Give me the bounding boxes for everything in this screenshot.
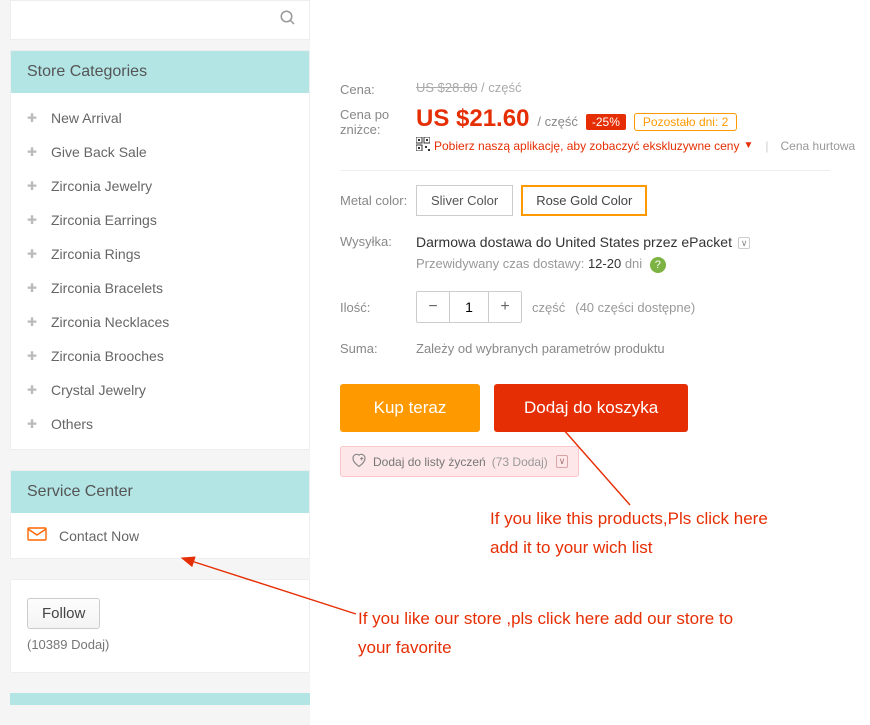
categories-header: Store Categories bbox=[11, 51, 309, 93]
shipping-label: Wysyłka: bbox=[340, 234, 416, 249]
follow-count: (10389 Dodaj) bbox=[27, 637, 293, 652]
qty-decrement[interactable]: − bbox=[417, 292, 449, 322]
buy-now-button[interactable]: Kup teraz bbox=[340, 384, 480, 432]
plus-icon: ✚ bbox=[27, 111, 37, 125]
store-categories-panel: Store Categories ✚ New Arrival ✚ Give Back… bbox=[10, 50, 310, 450]
category-item[interactable]: ✚ New Arrival bbox=[11, 101, 309, 135]
qty-unit: część bbox=[532, 300, 565, 315]
follow-button[interactable]: Follow bbox=[27, 598, 100, 629]
days-left-badge: Pozostało dni: 2 bbox=[634, 113, 737, 131]
category-item[interactable]: ✚ Zirconia Brooches bbox=[11, 339, 309, 373]
category-label: Zirconia Earrings bbox=[51, 212, 157, 228]
qty-input[interactable] bbox=[449, 292, 489, 322]
app-promo-link[interactable]: Pobierz naszą aplikację, aby zobaczyć ek… bbox=[434, 139, 739, 153]
contact-now[interactable]: Contact Now bbox=[11, 513, 309, 558]
divider: | bbox=[757, 139, 776, 153]
chevron-down-icon: ▼ bbox=[743, 140, 753, 151]
category-label: Give Back Sale bbox=[51, 144, 147, 160]
qr-icon bbox=[416, 137, 430, 154]
sidebar: Store Categories ✚ New Arrival ✚ Give Back… bbox=[10, 0, 310, 725]
chevron-down-icon[interactable]: ∨ bbox=[738, 237, 751, 249]
plus-icon: ✚ bbox=[27, 213, 37, 227]
category-label: Crystal Jewelry bbox=[51, 382, 146, 398]
qty-available: (40 części dostępne) bbox=[575, 300, 695, 315]
price-unit: / część bbox=[537, 114, 577, 129]
plus-icon: ✚ bbox=[27, 417, 37, 431]
discounted-price-label: Cena pozniżce: bbox=[340, 105, 416, 154]
category-item[interactable]: ✚ Zirconia Jewelry bbox=[11, 169, 309, 203]
quantity-label: Ilość: bbox=[340, 300, 416, 315]
discount-badge: -25% bbox=[586, 114, 626, 130]
price-label: Cena: bbox=[340, 80, 416, 97]
metal-color-label: Metal color: bbox=[340, 193, 416, 208]
mail-icon bbox=[27, 527, 47, 544]
plus-icon: ✚ bbox=[27, 281, 37, 295]
heart-icon bbox=[351, 453, 367, 470]
category-item[interactable]: ✚ Zirconia Bracelets bbox=[11, 271, 309, 305]
old-price-unit: / część bbox=[477, 80, 521, 95]
wishlist-count: (73 Dodaj) bbox=[492, 455, 548, 469]
category-label: Zirconia Necklaces bbox=[51, 314, 169, 330]
plus-icon: ✚ bbox=[27, 315, 37, 329]
wholesale-link[interactable]: Cena hurtowa bbox=[781, 139, 856, 153]
contact-label: Contact Now bbox=[59, 528, 139, 544]
service-header: Service Center bbox=[11, 471, 309, 513]
old-price: US $28.80 bbox=[416, 80, 477, 95]
variant-rose-gold[interactable]: Rose Gold Color bbox=[521, 185, 647, 216]
follow-label: Follow bbox=[42, 605, 85, 622]
qty-increment[interactable]: + bbox=[489, 292, 521, 322]
divider bbox=[340, 170, 830, 171]
chevron-down-icon[interactable]: ∨ bbox=[556, 455, 569, 468]
category-item[interactable]: ✚ Others bbox=[11, 407, 309, 441]
follow-panel: Follow (10389 Dodaj) bbox=[10, 579, 310, 673]
category-label: Zirconia Bracelets bbox=[51, 280, 163, 296]
category-item[interactable]: ✚ Crystal Jewelry bbox=[11, 373, 309, 407]
sidebar-stub bbox=[10, 693, 310, 705]
variant-silver[interactable]: Sliver Color bbox=[416, 185, 513, 216]
plus-icon: ✚ bbox=[27, 349, 37, 363]
annotation-wishlist: If you like this products,Pls click here… bbox=[490, 505, 800, 563]
wishlist-label: Dodaj do listy życzeń bbox=[373, 455, 486, 469]
category-label: New Arrival bbox=[51, 110, 122, 126]
shipping-eta: Przewidywany czas dostawy: 12-20 dni ? bbox=[416, 256, 750, 273]
quantity-stepper: − + bbox=[416, 291, 522, 323]
add-to-cart-button[interactable]: Dodaj do koszyka bbox=[494, 384, 688, 432]
category-label: Others bbox=[51, 416, 93, 432]
new-price: US $21.60 bbox=[416, 105, 529, 133]
categories-list: ✚ New Arrival ✚ Give Back Sale ✚ Zirconia J… bbox=[11, 93, 309, 449]
plus-icon: ✚ bbox=[27, 145, 37, 159]
search-icon[interactable] bbox=[279, 9, 297, 30]
annotation-follow: If you like our store ,pls click here ad… bbox=[358, 605, 758, 663]
search-bar[interactable] bbox=[10, 0, 310, 40]
help-icon[interactable]: ? bbox=[650, 257, 666, 273]
plus-icon: ✚ bbox=[27, 179, 37, 193]
total-label: Suma: bbox=[340, 341, 416, 356]
category-label: Zirconia Rings bbox=[51, 246, 140, 262]
category-item[interactable]: ✚ Zirconia Earrings bbox=[11, 203, 309, 237]
category-label: Zirconia Jewelry bbox=[51, 178, 152, 194]
plus-icon: ✚ bbox=[27, 247, 37, 261]
service-center-panel: Service Center Contact Now bbox=[10, 470, 310, 559]
plus-icon: ✚ bbox=[27, 383, 37, 397]
category-label: Zirconia Brooches bbox=[51, 348, 164, 364]
add-to-wishlist-button[interactable]: Dodaj do listy życzeń (73 Dodaj) ∨ bbox=[340, 446, 579, 477]
category-item[interactable]: ✚ Zirconia Necklaces bbox=[11, 305, 309, 339]
shipping-info[interactable]: Darmowa dostawa do United States przez e… bbox=[416, 234, 750, 250]
category-item[interactable]: ✚ Zirconia Rings bbox=[11, 237, 309, 271]
total-value: Zależy od wybranych parametrów produktu bbox=[416, 341, 665, 356]
category-item[interactable]: ✚ Give Back Sale bbox=[11, 135, 309, 169]
